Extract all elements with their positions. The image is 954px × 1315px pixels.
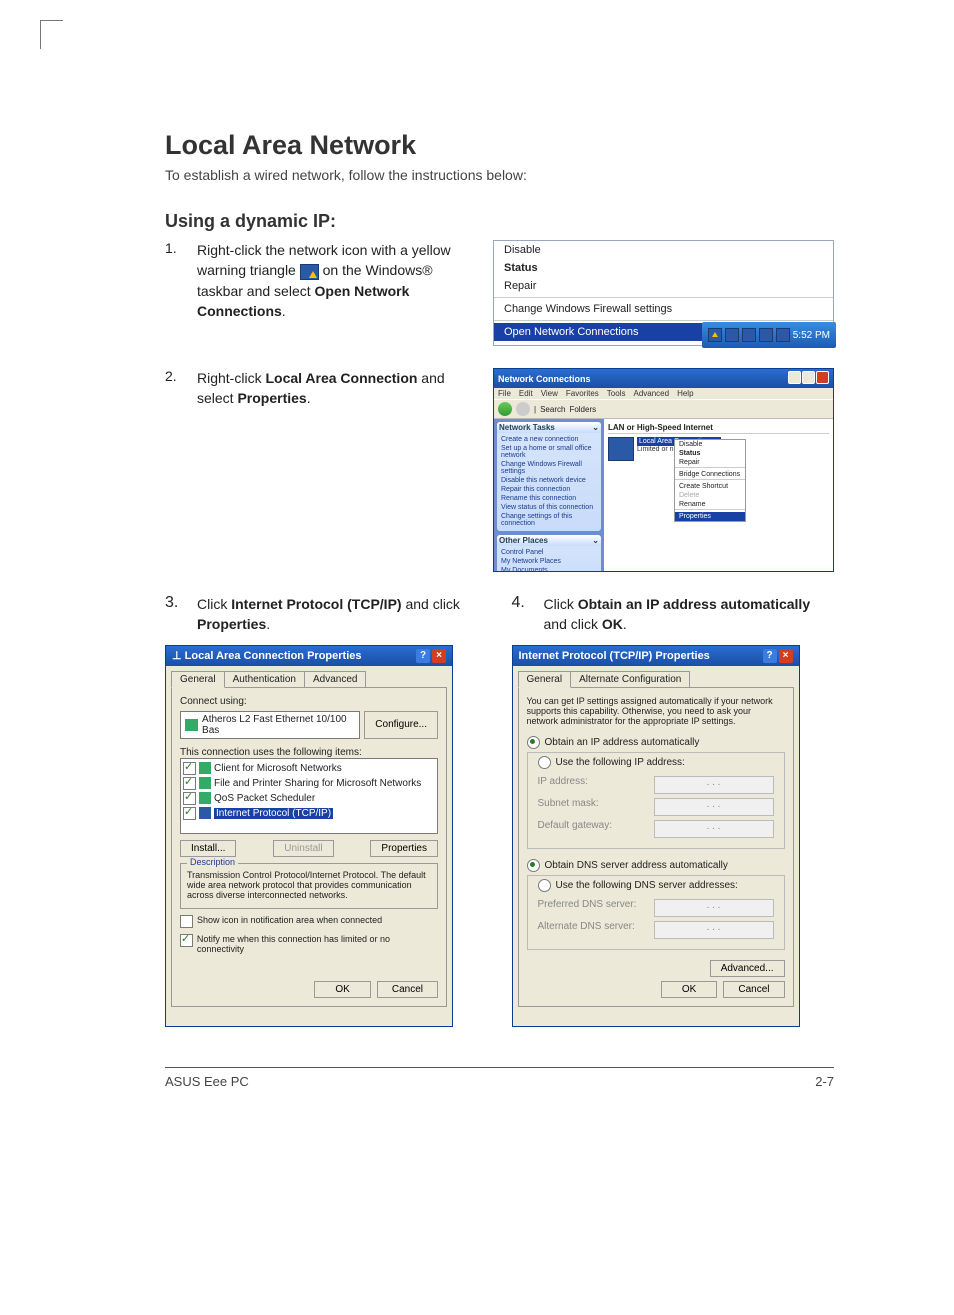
step-number: 2. (165, 368, 179, 409)
menu-bar[interactable]: FileEditViewFavoritesToolsAdvancedHelp (494, 388, 833, 399)
adapter-field: Atheros L2 Fast Ethernet 10/100 Bas (180, 711, 360, 739)
step4-body: Click Obtain an IP address automatically… (544, 594, 835, 635)
radio[interactable] (538, 879, 551, 892)
page-title: Local Area Network (165, 130, 834, 161)
items-list[interactable]: Client for Microsoft Networks File and P… (180, 758, 438, 834)
task-link[interactable]: Create a new connection (501, 435, 597, 444)
tray-icon[interactable] (776, 328, 790, 342)
menu-item[interactable]: Disable (494, 241, 833, 259)
uninstall-button: Uninstall (273, 840, 333, 857)
context-menu[interactable]: Disable Status Repair Bridge Connections… (674, 439, 746, 522)
task-link[interactable]: View status of this connection (501, 503, 597, 512)
connect-using-label: Connect using: (180, 696, 438, 707)
ok-button[interactable]: OK (661, 981, 717, 998)
tab-general[interactable]: General (518, 671, 572, 688)
tray-icon[interactable] (759, 328, 773, 342)
dns1-input: . . . (654, 899, 774, 917)
tab-authentication[interactable]: Authentication (224, 671, 305, 687)
nic-icon (185, 719, 198, 731)
ok-button[interactable]: OK (314, 981, 370, 998)
screenshot-taskbar-menu: Disable Status Repair Change Windows Fir… (493, 240, 834, 346)
dns2-input: . . . (654, 921, 774, 939)
clock: 5:52 PM (793, 330, 830, 341)
help-icon[interactable]: ? (763, 649, 777, 663)
tab-general[interactable]: General (171, 671, 225, 688)
menu-item[interactable]: Repair (494, 277, 833, 295)
step-number: 1. (165, 240, 179, 321)
place-link[interactable]: Control Panel (501, 548, 597, 557)
screenshot-tcpip-properties: Internet Protocol (TCP/IP) Properties ?×… (512, 645, 800, 1027)
tcpip-intro: You can get IP settings assigned automat… (527, 696, 785, 726)
section-subheading: Using a dynamic IP: (165, 211, 834, 232)
place-link[interactable]: My Documents (501, 566, 597, 572)
network-warning-icon (300, 264, 319, 280)
task-link[interactable]: Rename this connection (501, 494, 597, 503)
window-title: Network Connections (498, 374, 591, 384)
dialog-title: Internet Protocol (TCP/IP) Properties (519, 650, 710, 662)
system-tray: 5:52 PM (702, 322, 836, 348)
tab-alternate[interactable]: Alternate Configuration (570, 671, 690, 687)
step3-body: Click Internet Protocol (TCP/IP) and cli… (197, 594, 488, 635)
place-link[interactable]: My Network Places (501, 557, 597, 566)
dialog-title: ⊥ Local Area Connection Properties (172, 649, 362, 662)
advanced-button[interactable]: Advanced... (710, 960, 785, 977)
radio[interactable] (527, 859, 540, 872)
step1-body: Right-click the network icon with a yell… (197, 240, 475, 321)
step-number: 4. (512, 594, 526, 635)
checkbox[interactable] (183, 777, 196, 790)
properties-button[interactable]: Properties (370, 840, 438, 857)
task-link[interactable]: Set up a home or small office network (501, 444, 597, 460)
task-link[interactable]: Change Windows Firewall settings (501, 460, 597, 476)
footer-right: 2-7 (815, 1074, 834, 1089)
service-icon (199, 777, 211, 789)
checkbox[interactable] (180, 915, 193, 928)
forward-icon[interactable] (516, 402, 530, 416)
intro-text: To establish a wired network, follow the… (165, 167, 834, 183)
gateway-input: . . . (654, 820, 774, 838)
menu-item[interactable]: Change Windows Firewall settings (494, 300, 833, 318)
screenshot-network-connections: Network Connections FileEditViewFavorite… (493, 368, 834, 572)
client-icon (199, 762, 211, 774)
screenshot-lan-properties: ⊥ Local Area Connection Properties ?× Ge… (165, 645, 453, 1027)
step2-body: Right-click Local Area Connection and se… (197, 368, 475, 409)
toolbar[interactable]: | Search Folders (494, 399, 833, 419)
task-link[interactable]: Repair this connection (501, 485, 597, 494)
close-icon[interactable]: × (779, 649, 793, 663)
tray-icon[interactable] (742, 328, 756, 342)
help-icon[interactable]: ? (416, 649, 430, 663)
menu-item[interactable]: Status (494, 259, 833, 277)
description-text: Transmission Control Protocol/Internet P… (187, 870, 426, 900)
checkbox[interactable] (180, 934, 193, 947)
protocol-icon (199, 807, 211, 819)
group-header: LAN or High-Speed Internet (608, 423, 829, 434)
tray-icon[interactable] (725, 328, 739, 342)
window-buttons[interactable] (787, 371, 829, 386)
connection-icon[interactable] (608, 437, 634, 461)
cancel-button[interactable]: Cancel (723, 981, 784, 998)
radio[interactable] (527, 736, 540, 749)
task-link[interactable]: Change settings of this connection (501, 512, 597, 528)
footer-left: ASUS Eee PC (165, 1074, 249, 1089)
checkbox[interactable] (183, 762, 196, 775)
mask-input: . . . (654, 798, 774, 816)
install-button[interactable]: Install... (180, 840, 236, 857)
checkbox[interactable] (183, 792, 196, 805)
network-warning-icon[interactable] (708, 328, 722, 342)
checkbox[interactable] (183, 807, 196, 820)
back-icon[interactable] (498, 402, 512, 416)
service-icon (199, 792, 211, 804)
configure-button[interactable]: Configure... (364, 711, 438, 739)
cancel-button[interactable]: Cancel (377, 981, 438, 998)
radio[interactable] (538, 756, 551, 769)
uses-label: This connection uses the following items… (180, 747, 438, 758)
ip-input: . . . (654, 776, 774, 794)
description-header: Description (187, 857, 238, 867)
step-number: 3. (165, 594, 179, 635)
task-link[interactable]: Disable this network device (501, 476, 597, 485)
tab-advanced[interactable]: Advanced (304, 671, 366, 687)
close-icon[interactable]: × (432, 649, 446, 663)
